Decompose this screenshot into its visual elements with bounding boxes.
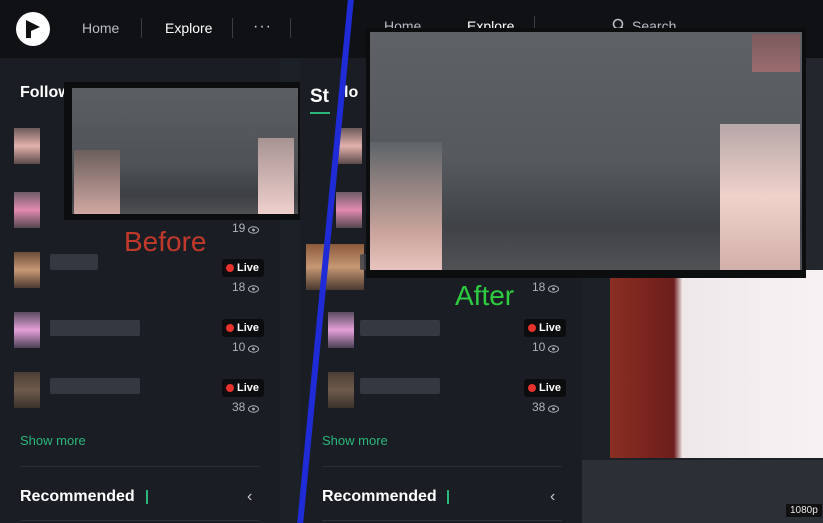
section-divider: [322, 520, 562, 521]
recommended-title: Recommended: [20, 488, 135, 505]
preview-corner-overlay: [752, 34, 800, 72]
viewer-count: 10: [232, 340, 260, 354]
eye-icon: [248, 405, 260, 413]
eye-icon: [548, 405, 560, 413]
channel-avatar[interactable]: [14, 372, 40, 408]
nav-separator: [232, 18, 233, 38]
viewer-count: 38: [232, 400, 260, 414]
play-logo-icon: [26, 20, 40, 38]
quality-badge: 1080p: [786, 504, 822, 517]
preview-person-right: [720, 124, 800, 270]
before-caption: Before: [124, 226, 207, 257]
nav-separator: [290, 18, 291, 38]
channel-name[interactable]: [50, 378, 140, 394]
viewer-count: 19: [232, 221, 260, 235]
live-dot-icon: [226, 384, 234, 392]
preview-person-right: [258, 138, 294, 214]
live-badge: Live: [524, 319, 567, 337]
active-tab-underline: [310, 112, 330, 114]
following-title: St: [310, 86, 329, 107]
nav-separator: [141, 18, 142, 38]
top-navigation-bar: Home Explore ··· S: [0, 0, 340, 58]
eye-icon: [248, 285, 260, 293]
chevron-left-icon[interactable]: ‹: [550, 488, 555, 506]
viewer-count: 38: [532, 400, 560, 414]
section-divider: [20, 466, 260, 467]
show-more-link[interactable]: Show more: [322, 433, 388, 448]
section-divider: [20, 520, 260, 521]
channel-avatar[interactable]: [328, 372, 354, 408]
app-logo[interactable]: [16, 12, 50, 46]
live-dot-icon: [226, 324, 234, 332]
channel-avatar[interactable]: [336, 128, 362, 164]
preview-person-left: [370, 142, 442, 270]
after-caption: After: [455, 280, 515, 311]
nav-home-link[interactable]: Home: [82, 20, 119, 36]
eye-icon: [548, 345, 560, 353]
channel-avatar[interactable]: [328, 312, 354, 348]
show-more-link[interactable]: Show more: [20, 433, 86, 448]
eye-icon: [248, 226, 260, 234]
preview-thumbnail: [370, 32, 802, 270]
eye-icon: [248, 345, 260, 353]
recommended-title: Recommended: [322, 488, 437, 505]
live-dot-icon: [226, 264, 234, 272]
recommended-accent: [447, 490, 449, 504]
viewer-count: 18: [232, 280, 260, 294]
preview-thumbnail: [72, 88, 298, 214]
channel-avatar[interactable]: [14, 192, 40, 228]
viewer-count: 10: [532, 340, 560, 354]
live-dot-icon: [528, 324, 536, 332]
live-badge: Live: [222, 259, 265, 277]
section-divider: [322, 466, 562, 467]
channel-name[interactable]: [360, 378, 440, 394]
channel-avatar[interactable]: [14, 312, 40, 348]
after-panel: Home Explore Search St lo 18 Live 10 Liv…: [300, 0, 823, 523]
channel-avatar[interactable]: [14, 252, 40, 288]
eye-icon: [548, 285, 560, 293]
chevron-left-icon[interactable]: ‹: [247, 488, 252, 506]
before-panel: Home Explore ··· S Follow 19 Live 18 Liv…: [0, 0, 340, 523]
channel-avatar[interactable]: [14, 128, 40, 164]
channel-avatar[interactable]: [336, 192, 362, 228]
live-badge: Live: [222, 379, 265, 397]
channel-name[interactable]: [50, 254, 98, 270]
live-dot-icon: [528, 384, 536, 392]
channel-name[interactable]: [360, 320, 440, 336]
live-badge: Live: [222, 319, 265, 337]
after-preview-popup: [366, 28, 806, 278]
recommended-accent: [146, 490, 148, 504]
channel-name[interactable]: [50, 320, 140, 336]
nav-explore-link[interactable]: Explore: [165, 20, 212, 36]
channel-avatar[interactable]: [306, 244, 364, 290]
before-preview-popup: [64, 82, 306, 220]
live-badge: Live: [524, 379, 567, 397]
viewer-count: 18: [532, 280, 560, 294]
preview-person-left: [74, 150, 120, 214]
more-menu-button[interactable]: ···: [253, 18, 272, 36]
main-stream-preview[interactable]: [610, 270, 823, 458]
following-title-tail: lo: [344, 84, 359, 101]
